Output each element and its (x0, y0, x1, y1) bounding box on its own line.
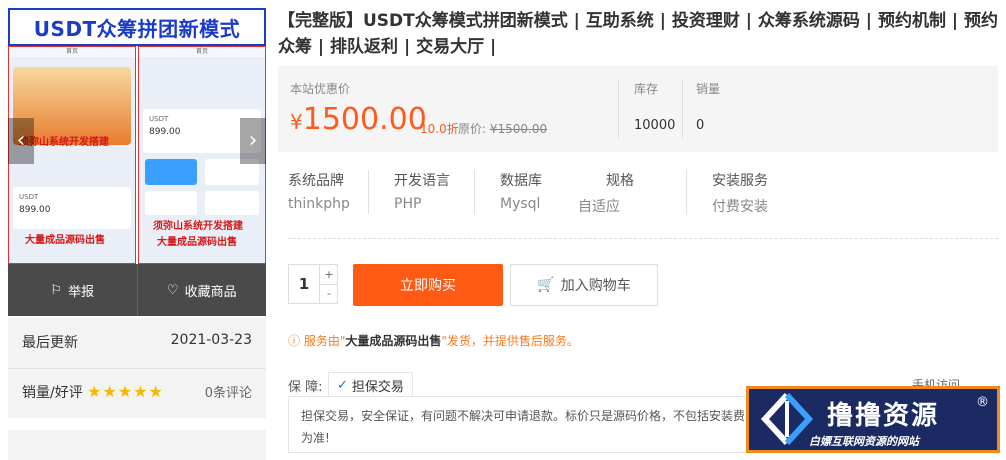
left-usdt: USDT (19, 193, 39, 201)
spec-value: 付费安装 (712, 199, 768, 215)
report-icon: ⚐ (50, 282, 63, 298)
spec-value: thinkphp (288, 196, 350, 212)
spec-value: 自适应 (578, 199, 620, 215)
spec-key: 数据库 (500, 173, 542, 189)
right-tile-3 (145, 191, 197, 215)
left-caption-2: 大量成品源码出售 (25, 235, 105, 246)
price-value: ¥1500.00 (290, 102, 427, 140)
spec-key: 开发语言 (394, 173, 450, 189)
spec-format: 规格 自适应 (578, 170, 634, 216)
left-amount: 899.00 (19, 205, 51, 215)
right-amount: 899.00 (149, 127, 181, 137)
logo-subtitle: 白嫖互联网资源的网站 (809, 435, 919, 448)
report-button[interactable]: ⚐ 举报 (8, 264, 137, 316)
spec-value: PHP (394, 196, 422, 212)
quantity-stepper[interactable]: 1 + - (288, 264, 338, 304)
spec-key: 规格 (606, 173, 634, 189)
divider (8, 368, 266, 369)
watermark-logo: 撸撸资源 ® 白嫖互联网资源的网站 (746, 386, 1000, 453)
cart-label: 加入购物车 (560, 278, 631, 294)
rating-label: 销量/好评 (22, 385, 83, 401)
notice-prefix: 服务由" (303, 334, 346, 348)
next-panel (8, 430, 266, 460)
updated-label: 最后更新 (22, 335, 78, 351)
stock-value: 10000 (634, 118, 676, 133)
report-label: 举报 (68, 284, 95, 300)
spec-install: 安装服务 付费安装 (712, 170, 768, 216)
price-number: 1500.00 (302, 102, 427, 137)
quantity-input[interactable]: 1 (289, 265, 319, 303)
product-gallery: USDT众筹拼团新模式 首页 须弥山系统开发搭建 USDT 899.00 大量成… (8, 8, 266, 264)
left-asset-card: USDT 899.00 (13, 187, 131, 229)
price-box: 本站优惠价 ¥1500.00 10.0折 原价: ¥1500.00 库存 100… (278, 66, 998, 152)
registered-mark: ® (976, 395, 989, 410)
sales-label: 销量 (696, 82, 721, 96)
spec-language: 开发语言 PHP (394, 170, 450, 212)
sales-value: 0 (696, 118, 705, 133)
spec-divider (368, 170, 369, 214)
currency-symbol: ¥ (290, 110, 303, 134)
spec-divider (686, 170, 687, 214)
gallery-actions: ⚐ 举报 ♡ 收藏商品 (8, 264, 266, 316)
price-label: 本站优惠价 (290, 82, 351, 96)
guarantee-label: 保 障: (288, 380, 323, 395)
mini-header-right: 首页 (139, 47, 265, 57)
spec-key: 安装服务 (712, 173, 768, 189)
logo-text: 撸撸资源 (827, 401, 940, 431)
spec-value: Mysql (500, 196, 541, 212)
mini-header-left: 首页 (9, 47, 135, 57)
spec-database: 数据库 Mysql (500, 170, 542, 212)
logo-mark-icon (760, 392, 814, 446)
buy-now-button[interactable]: 立即购买 (353, 264, 503, 306)
prev-arrow-icon[interactable]: ‹ (8, 118, 34, 164)
shop-name[interactable]: 大量成品源码出售 (345, 334, 441, 348)
guarantee-tag-label: 担保交易 (351, 379, 404, 395)
add-to-cart-button[interactable]: 🛒 加入购物车 (510, 264, 658, 306)
right-caption-2: 大量成品源码出售 (157, 237, 237, 248)
price-divider-1 (618, 80, 619, 138)
orig-label: 原价: (458, 122, 487, 136)
info-box: 最后更新 2021-03-23 销量/好评 ★★★★★ 0条评论 (8, 318, 266, 418)
spec-brand: 系统品牌 thinkphp (288, 170, 350, 212)
favorite-label: 收藏商品 (184, 284, 237, 300)
product-title: 【完整版】USDT众筹模式拼团新模式 | 互助系统 | 投资理财 | 众筹系统源… (278, 11, 998, 57)
reviews-count[interactable]: 0条评论 (205, 382, 252, 401)
discount: 10.0折 (420, 122, 459, 136)
stock-label: 库存 (634, 82, 659, 96)
notice-suffix: "发货，并提供售后服务。 (441, 334, 579, 348)
rating-row: 销量/好评 ★★★★★ 0条评论 (22, 382, 252, 402)
star-rating-icon: ★★★★★ (87, 382, 164, 401)
price-divider-2 (682, 80, 683, 138)
info-circle-icon: ⓘ (288, 334, 301, 348)
right-usdt: USDT (149, 115, 169, 123)
banner-text: USDT众筹拼团新模式 (33, 16, 241, 41)
check-circle-icon: ✓ (337, 377, 348, 393)
spec-divider (474, 170, 475, 214)
decrease-button[interactable]: - (319, 284, 338, 303)
dashed-divider (288, 238, 998, 239)
right-caption-1: 须弥山系统开发搭建 (153, 221, 243, 232)
updated-value: 2021-03-23 (170, 332, 252, 348)
gallery-banner: USDT众筹拼团新模式 (8, 8, 266, 46)
increase-button[interactable]: + (319, 265, 338, 285)
cart-icon: 🛒 (537, 277, 555, 293)
heart-icon: ♡ (166, 282, 179, 298)
service-notice: ⓘ 服务由"大量成品源码出售"发货，并提供售后服务。 (288, 332, 579, 349)
favorite-button[interactable]: ♡ 收藏商品 (136, 264, 267, 316)
guarantee-tab[interactable]: ✓ 担保交易 (328, 372, 413, 397)
next-arrow-icon[interactable]: › (240, 118, 266, 164)
spec-list: 系统品牌 thinkphp 开发语言 PHP 数据库 Mysql 规格 自适应 … (278, 162, 998, 228)
spec-key: 系统品牌 (288, 173, 344, 189)
right-tile-4 (205, 191, 259, 215)
original-price: 原价: ¥1500.00 (458, 120, 547, 137)
orig-value: ¥1500.00 (489, 122, 548, 136)
right-tile-1 (145, 159, 197, 185)
updated-row: 最后更新 2021-03-23 (22, 332, 252, 352)
